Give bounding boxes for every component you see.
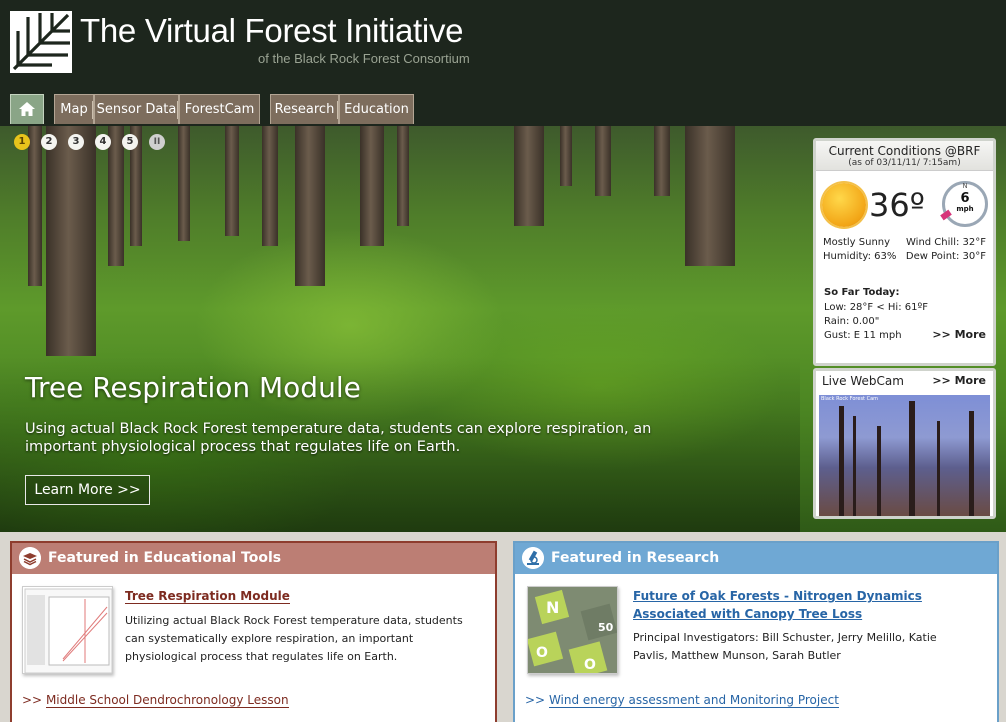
tab-education[interactable]: Education [339, 94, 414, 124]
hero-image-tree [28, 126, 42, 286]
map-thumb-letter-o: O [536, 645, 548, 661]
live-webcam-panel: Live WebCam >> More Black Rock Forest Ca… [813, 368, 996, 519]
rain-total: Rain: 0.00" [824, 316, 880, 327]
more-link-prefix: >> [22, 693, 43, 707]
hero-image-tree [397, 126, 409, 226]
webcam-tree [877, 426, 881, 516]
map-thumb-letter-n: N [546, 598, 559, 617]
webcam-tree [909, 401, 915, 516]
webcam-image[interactable]: Black Rock Forest Cam [819, 395, 990, 516]
hero-image-tree [225, 126, 239, 236]
hero-image-tree [595, 126, 611, 196]
tab-research[interactable]: Research [270, 94, 339, 124]
featured-edu-header: Featured in Educational Tools [12, 543, 495, 574]
dendrochronology-lesson-link[interactable]: >> Middle School Dendrochronology Lesson [22, 693, 289, 708]
wind-gust: Gust: E 11 mph [824, 330, 902, 341]
hero-description: Using actual Black Rock Forest temperatu… [25, 421, 652, 455]
wind-chill: Wind Chill: 32°F [906, 237, 986, 248]
low-high-temp: Low: 28°F < Hi: 61ºF [824, 302, 928, 313]
webcam-tree [853, 416, 856, 516]
wind-speed-unit: mph [956, 205, 974, 213]
so-far-today-label: So Far Today: [824, 287, 900, 298]
main-nav: Map Sensor Data ForestCam Research Educa… [0, 94, 1006, 126]
more-link-prefix: >> [525, 693, 546, 707]
hero-image-tree [178, 126, 190, 241]
slide-dot-2[interactable]: 2 [41, 134, 57, 150]
wind-gauge-icon: N 6 mph [940, 181, 988, 227]
featured-edu-title: Featured in Educational Tools [48, 550, 282, 566]
map-thumb-letter-o2: O [584, 657, 596, 673]
compass-north-label: N [962, 182, 968, 190]
wind-speed-value: 6 [960, 191, 970, 206]
tab-research-label: Research [274, 102, 335, 117]
current-conditions-panel: Current Conditions @BRF (as of 03/11/11/… [813, 138, 996, 366]
research-microscope-icon [522, 547, 544, 569]
pause-button[interactable]: II [149, 134, 165, 150]
nav-group-data: Map Sensor Data ForestCam [54, 94, 260, 124]
learn-more-button[interactable]: Learn More >> [25, 475, 150, 505]
hero-image-tree [360, 126, 384, 246]
conditions-title: Current Conditions @BRF [828, 144, 981, 158]
research-article-text: Principal Investigators: Bill Schuster, … [633, 631, 937, 662]
webcam-stamp: Black Rock Forest Cam [821, 396, 879, 402]
wind-direction-needle [940, 209, 952, 221]
hero-image-tree [262, 126, 278, 246]
research-article-title[interactable]: Future of Oak Forests - Nitrogen Dynamic… [633, 587, 963, 623]
temperature-value: 36º [869, 186, 925, 224]
slide-dot-5[interactable]: 5 [122, 134, 138, 150]
humidity: Humidity: 63% [823, 251, 897, 262]
book-icon [19, 547, 41, 569]
featured-research-title: Featured in Research [551, 550, 720, 566]
edu-article-text: Utilizing actual Black Rock Forest tempe… [125, 614, 463, 663]
hero-image-tree [514, 126, 544, 226]
more-link-label: Middle School Dendrochronology Lesson [45, 693, 289, 708]
sun-icon [822, 183, 866, 227]
oak-forest-thumbnail[interactable]: N O 50 O [527, 586, 618, 674]
tab-education-label: Education [344, 102, 409, 117]
webcam-more-link[interactable]: >> More [932, 374, 986, 387]
webcam-tree [839, 406, 844, 516]
tab-sensor-data-label: Sensor Data [96, 102, 177, 117]
chart-thumbnail-icon [24, 588, 112, 673]
tab-forestcam[interactable]: ForestCam [179, 94, 260, 124]
hero-image-tree [560, 126, 572, 186]
hero-image-tree [685, 126, 735, 266]
tab-map-label: Map [60, 102, 88, 117]
tab-forestcam-label: ForestCam [184, 102, 255, 117]
site-title[interactable]: The Virtual Forest Initiative [80, 12, 464, 50]
conditions-header: Current Conditions @BRF (as of 03/11/11/… [816, 141, 993, 171]
tab-map[interactable]: Map [54, 94, 94, 124]
featured-research-header: Featured in Research [515, 543, 997, 574]
home-icon [19, 102, 35, 116]
conditions-timestamp: (as of 03/11/11/ 7:15am) [848, 158, 961, 168]
conditions-more-link[interactable]: >> More [932, 328, 986, 341]
map-thumbnail-icon: N O 50 O [528, 587, 617, 673]
tab-sensor-data[interactable]: Sensor Data [94, 94, 179, 124]
tab-home[interactable] [10, 94, 44, 124]
featured-educational-tools: Featured in Educational Tools Tree Respi… [10, 541, 497, 722]
slide-pager: 1 2 3 4 5 II [14, 134, 165, 150]
wind-energy-project-link[interactable]: >> Wind energy assessment and Monitoring… [525, 693, 839, 708]
webcam-tree [969, 411, 974, 516]
hero-image-tree [295, 126, 325, 286]
slide-dot-3[interactable]: 3 [68, 134, 84, 150]
slide-dot-4[interactable]: 4 [95, 134, 111, 150]
map-thumb-number: 50 [598, 621, 614, 634]
webcam-tree [937, 421, 940, 516]
edu-article-title[interactable]: Tree Respiration Module [125, 589, 290, 604]
respiration-thumbnail[interactable] [22, 586, 113, 674]
sky-condition: Mostly Sunny [823, 237, 891, 248]
site-header: The Virtual Forest Initiative of the Bla… [0, 0, 1006, 126]
featured-research: Featured in Research N O 50 O Future of … [513, 541, 999, 722]
nav-group-info: Research Education [270, 94, 414, 124]
hero-image-tree [46, 126, 96, 356]
more-link-label: Wind energy assessment and Monitoring Pr… [548, 693, 839, 708]
dew-point: Dew Point: 30°F [905, 251, 986, 262]
leaf-logo-icon[interactable] [10, 11, 72, 73]
hero-title: Tree Respiration Module [25, 371, 361, 404]
webcam-title: Live WebCam [822, 374, 904, 388]
slide-dot-1[interactable]: 1 [14, 134, 30, 150]
hero-image-tree [654, 126, 670, 196]
site-subtitle: of the Black Rock Forest Consortium [258, 51, 470, 66]
